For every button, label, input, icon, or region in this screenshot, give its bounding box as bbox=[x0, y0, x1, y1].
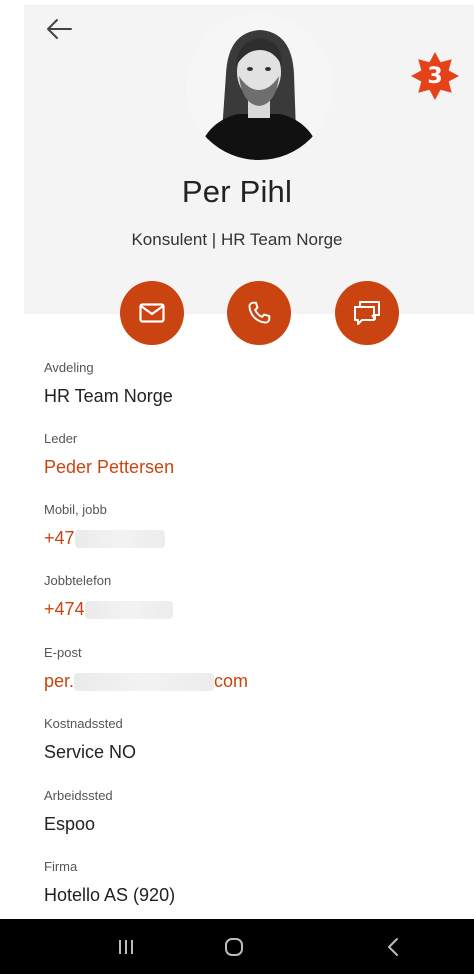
recent-apps-button[interactable] bbox=[96, 919, 156, 974]
redacted-text bbox=[74, 530, 165, 549]
field-firma: Firma Hotello AS (920) bbox=[44, 859, 175, 906]
home-icon bbox=[225, 937, 243, 956]
field-mobil: Mobil, jobb +47 bbox=[44, 502, 165, 549]
field-jobbtelefon: Jobbtelefon +474 bbox=[44, 573, 173, 620]
mobile-phone-link[interactable]: +47 bbox=[44, 527, 165, 549]
work-phone-link[interactable]: +474 bbox=[44, 598, 173, 620]
email-link[interactable]: per. com bbox=[44, 670, 248, 692]
field-value: HR Team Norge bbox=[44, 386, 173, 406]
field-label: E-post bbox=[44, 645, 82, 660]
field-epost: E-post per. com bbox=[44, 645, 248, 692]
profile-name: Per Pihl bbox=[181, 174, 293, 209]
field-arbeidssted: Arbeidssted Espoo bbox=[44, 788, 113, 835]
badge-count: 3 bbox=[427, 63, 443, 89]
back-nav-button[interactable] bbox=[363, 919, 423, 974]
redacted-text bbox=[74, 673, 215, 692]
field-label: Firma bbox=[44, 859, 78, 874]
call-action-button[interactable] bbox=[227, 281, 291, 345]
chevron-left-icon bbox=[388, 937, 398, 956]
redacted-text bbox=[84, 601, 173, 620]
email-prefix: per. bbox=[44, 671, 75, 691]
work-phone-prefix: +474 bbox=[44, 599, 85, 619]
field-value: Hotello AS (920) bbox=[44, 885, 176, 905]
field-label: Arbeidssted bbox=[44, 788, 113, 803]
avatar bbox=[186, 14, 332, 160]
field-label: Jobbtelefon bbox=[44, 573, 112, 588]
home-button[interactable] bbox=[204, 919, 264, 974]
field-label: Kostnadssted bbox=[44, 716, 123, 731]
recent-apps-icon bbox=[119, 939, 133, 954]
chat-icon bbox=[354, 301, 380, 325]
phone-icon bbox=[248, 301, 271, 324]
profile-subtitle: Konsulent | HR Team Norge bbox=[131, 230, 343, 249]
mobile-phone-prefix: +47 bbox=[44, 528, 75, 548]
manager-link[interactable]: Peder Pettersen bbox=[44, 456, 174, 478]
email-suffix: com bbox=[214, 671, 249, 691]
field-kostnadssted: Kostnadssted Service NO bbox=[44, 716, 136, 763]
notification-badge[interactable]: 3 bbox=[409, 50, 461, 102]
mail-icon bbox=[139, 303, 165, 323]
field-avdeling: Avdeling HR Team Norge bbox=[44, 360, 173, 407]
field-label: Avdeling bbox=[44, 360, 94, 375]
email-action-button[interactable] bbox=[120, 281, 184, 345]
system-navigation-bar bbox=[0, 919, 474, 974]
field-value: Espoo bbox=[44, 814, 96, 834]
chat-action-button[interactable] bbox=[335, 281, 399, 345]
field-label: Mobil, jobb bbox=[44, 502, 107, 517]
arrow-left-icon bbox=[47, 19, 72, 39]
field-value: Service NO bbox=[44, 742, 137, 762]
field-leder: Leder Peder Pettersen bbox=[44, 431, 174, 478]
back-button[interactable] bbox=[45, 17, 73, 41]
field-label: Leder bbox=[44, 431, 78, 446]
